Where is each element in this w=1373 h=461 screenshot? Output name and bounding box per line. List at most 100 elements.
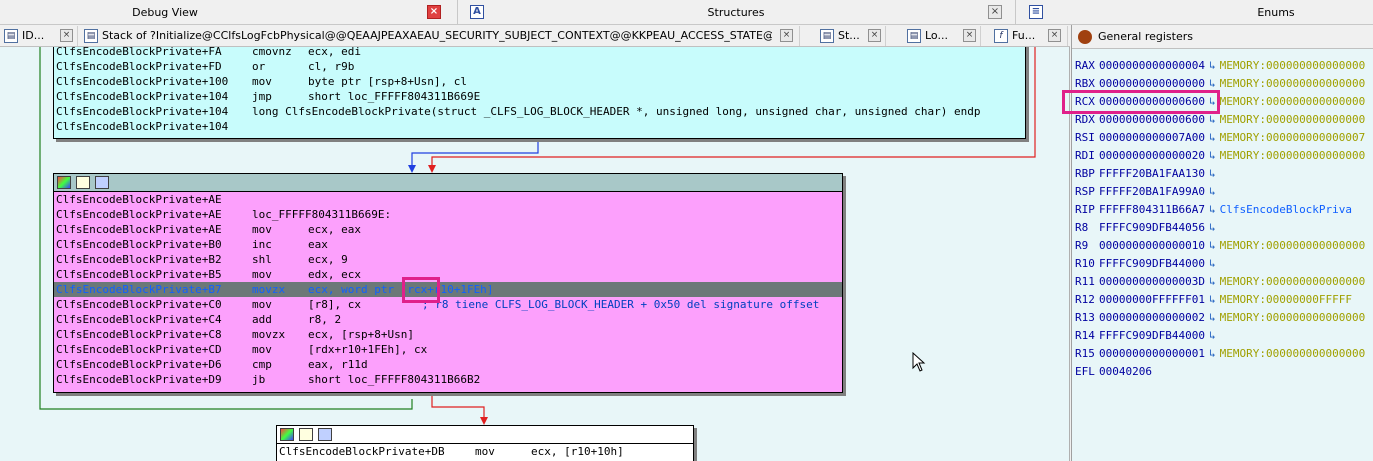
register-reference[interactable]: MEMORY:000000000000000 [1220, 113, 1366, 126]
jump-arrow-icon[interactable]: ↳ [1209, 275, 1216, 288]
asm-line[interactable]: ClfsEncodeBlockPrivate+104 long ClfsEncod… [54, 104, 1025, 119]
asm-line[interactable]: ClfsEncodeBlockPrivate+FA cmovnz ecx, edi [54, 47, 1025, 59]
register-row-rip[interactable]: RIP FFFFF804311B66A7 ↳ ClfsEncodeBlockPriva [1075, 201, 1352, 219]
close-icon[interactable]: × [963, 29, 976, 42]
jump-arrow-icon[interactable]: ↳ [1209, 239, 1216, 252]
register-value[interactable]: 00000000FFFFFF01 [1099, 293, 1205, 306]
jump-arrow-icon[interactable]: ↳ [1209, 311, 1216, 324]
jump-arrow-icon[interactable]: ↳ [1209, 221, 1216, 234]
register-value[interactable]: 0000000000000600 [1099, 113, 1205, 126]
code-block-1[interactable]: ClfsEncodeBlockPrivate+FA cmovnz ecx, edi … [53, 47, 1026, 139]
asm-line[interactable]: ClfsEncodeBlockPrivate+C4 add r8, 2 [54, 312, 842, 327]
register-row-rsp[interactable]: RSP FFFFF20BA1FA99A0 ↳ [1075, 183, 1216, 201]
register-row-rax[interactable]: RAX 0000000000000004 ↳ MEMORY:0000000000000… [1075, 57, 1365, 75]
close-icon[interactable]: × [780, 29, 793, 42]
jump-arrow-icon[interactable]: ↳ [1209, 293, 1216, 306]
asm-line[interactable]: ClfsEncodeBlockPrivate+B2 shl ecx, 9 [54, 252, 842, 267]
register-row-rbp[interactable]: RBP FFFFF20BA1FAA130 ↳ [1075, 165, 1216, 183]
jump-arrow-icon[interactable]: ↳ [1209, 347, 1216, 360]
register-reference[interactable]: ClfsEncodeBlockPriva [1220, 203, 1352, 216]
register-value[interactable]: FFFFF20BA1FA99A0 [1099, 185, 1205, 198]
jump-arrow-icon[interactable]: ↳ [1209, 167, 1216, 180]
graph-icon[interactable] [95, 176, 109, 189]
register-reference[interactable]: MEMORY:000000000000000 [1220, 95, 1366, 108]
asm-line[interactable]: ClfsEncodeBlockPrivate+AE loc_FFFFF804311… [54, 207, 842, 222]
jump-arrow-icon[interactable]: ↳ [1209, 59, 1216, 72]
register-value[interactable]: 0000000000000020 [1099, 149, 1205, 162]
tab-locals[interactable]: ▤ Lo... × [903, 26, 981, 46]
register-reference[interactable]: MEMORY:000000000000000 [1220, 311, 1366, 324]
register-value[interactable]: 0000000000000000 [1099, 77, 1205, 90]
close-icon[interactable]: × [60, 29, 73, 42]
color-icon[interactable] [57, 176, 71, 189]
asm-line[interactable]: ClfsEncodeBlockPrivate+AE [54, 192, 842, 207]
register-row-efl[interactable]: EFL 00040206 [1075, 363, 1152, 381]
asm-line[interactable]: ClfsEncodeBlockPrivate+DB mov ecx, [r10+10… [277, 444, 693, 459]
register-value[interactable]: FFFFF804311B66A7 [1099, 203, 1205, 216]
edit-icon[interactable] [299, 428, 313, 441]
register-value[interactable]: 0000000000000002 [1099, 311, 1205, 324]
register-row-r9[interactable]: R9 0000000000000010 ↳ MEMORY:00000000000000… [1075, 237, 1365, 255]
register-value[interactable]: FFFFC909DFB44000 [1099, 329, 1205, 342]
register-value[interactable]: 00040206 [1099, 365, 1152, 378]
asm-line[interactable]: ClfsEncodeBlockPrivate+C8 movzx ecx, [rsp+… [54, 327, 842, 342]
register-reference[interactable]: MEMORY:000000000000000 [1220, 59, 1366, 72]
tab-strings[interactable]: ▤ St... × [816, 26, 886, 46]
asm-line[interactable]: ClfsEncodeBlockPrivate+D9 jb short loc_FFF… [54, 372, 842, 387]
register-reference[interactable]: MEMORY:000000000000000 [1220, 347, 1366, 360]
asm-line[interactable]: ClfsEncodeBlockPrivate+FD or cl, r9b [54, 59, 1025, 74]
register-value[interactable]: FFFFC909DFB44000 [1099, 257, 1205, 270]
register-row-r8[interactable]: R8 FFFFC909DFB44056 ↳ [1075, 219, 1216, 237]
register-value[interactable]: FFFFC909DFB44056 [1099, 221, 1205, 234]
tab-ida-view[interactable]: ▤ ID... × [0, 26, 78, 46]
register-reference[interactable]: MEMORY:000000000000000 [1220, 239, 1366, 252]
register-row-r12[interactable]: R12 00000000FFFFFF01 ↳ MEMORY:00000000FFFFF [1075, 291, 1352, 309]
register-row-r13[interactable]: R13 0000000000000002 ↳ MEMORY:0000000000000… [1075, 309, 1365, 327]
jump-arrow-icon[interactable]: ↳ [1209, 185, 1216, 198]
graph-icon[interactable] [318, 428, 332, 441]
register-value[interactable]: 0000000000000004 [1099, 59, 1205, 72]
asm-line[interactable]: ClfsEncodeBlockPrivate+104 jmp short loc_F… [54, 89, 1025, 104]
tab-structures[interactable]: A Structures × [457, 0, 1013, 25]
jump-arrow-icon[interactable]: ↳ [1209, 77, 1216, 90]
tab-debug-view[interactable]: Debug View × [0, 0, 455, 25]
register-reference[interactable]: MEMORY:00000000FFFFF [1220, 293, 1352, 306]
register-row-r14[interactable]: R14 FFFFC909DFB44000 ↳ [1075, 327, 1216, 345]
tab-enums[interactable]: ≡ Enums [1015, 0, 1373, 25]
edit-icon[interactable] [76, 176, 90, 189]
register-reference[interactable]: MEMORY:000000000000000 [1220, 149, 1366, 162]
tab-stack-view[interactable]: ▤ Stack of ?Initialize@CClfsLogFcbPhysic… [80, 26, 800, 46]
asm-line[interactable]: ClfsEncodeBlockPrivate+D6 cmp eax, r11d [54, 357, 842, 372]
jump-arrow-icon[interactable]: ↳ [1209, 131, 1216, 144]
color-icon[interactable] [280, 428, 294, 441]
register-row-r10[interactable]: R10 FFFFC909DFB44000 ↳ [1075, 255, 1216, 273]
asm-line[interactable]: ClfsEncodeBlockPrivate+C0 mov [r8], cx; r8… [54, 297, 842, 312]
close-icon[interactable]: × [427, 5, 441, 19]
register-row-r15[interactable]: R15 0000000000000001 ↳ MEMORY:0000000000000… [1075, 345, 1365, 363]
register-reference[interactable]: MEMORY:000000000000007 [1220, 131, 1366, 144]
register-value[interactable]: 0000000000000001 [1099, 347, 1205, 360]
register-reference[interactable]: MEMORY:000000000000000 [1220, 275, 1366, 288]
jump-arrow-icon[interactable]: ↳ [1209, 329, 1216, 342]
register-row-rdi[interactable]: RDI 0000000000000020 ↳ MEMORY:0000000000000… [1075, 147, 1365, 165]
jump-arrow-icon[interactable]: ↳ [1209, 149, 1216, 162]
register-value[interactable]: 0000000000000010 [1099, 239, 1205, 252]
register-row-r11[interactable]: R11 000000000000003D ↳ MEMORY:0000000000000… [1075, 273, 1365, 291]
jump-arrow-icon[interactable]: ↳ [1209, 113, 1216, 126]
register-row-rsi[interactable]: RSI 0000000000007A00 ↳ MEMORY:0000000000000… [1075, 129, 1365, 147]
graph-view[interactable]: ClfsEncodeBlockPrivate+FA cmovnz ecx, edi … [0, 47, 1070, 461]
tab-functions[interactable]: f Fu... × [990, 26, 1068, 46]
register-value[interactable]: FFFFF20BA1FAA130 [1099, 167, 1205, 180]
asm-line[interactable]: ClfsEncodeBlockPrivate+B5 mov edx, ecx [54, 267, 842, 282]
close-icon[interactable]: × [868, 29, 881, 42]
code-block-2[interactable]: ClfsEncodeBlockPrivate+AE ClfsEncodeBloc… [53, 173, 843, 393]
jump-arrow-icon[interactable]: ↳ [1209, 257, 1216, 270]
asm-line-current[interactable]: ClfsEncodeBlockPrivate+B7 movzx ecx, word … [54, 282, 842, 297]
register-value[interactable]: 000000000000003D [1099, 275, 1205, 288]
jump-arrow-icon[interactable]: ↳ [1209, 203, 1216, 216]
asm-line[interactable]: ClfsEncodeBlockPrivate+B0 inc eax [54, 237, 842, 252]
asm-line[interactable]: ClfsEncodeBlockPrivate+100 mov byte ptr [r… [54, 74, 1025, 89]
close-icon[interactable]: × [988, 5, 1002, 19]
asm-line[interactable]: ClfsEncodeBlockPrivate+CD mov [rdx+r10+1FE… [54, 342, 842, 357]
register-reference[interactable]: MEMORY:000000000000000 [1220, 77, 1366, 90]
